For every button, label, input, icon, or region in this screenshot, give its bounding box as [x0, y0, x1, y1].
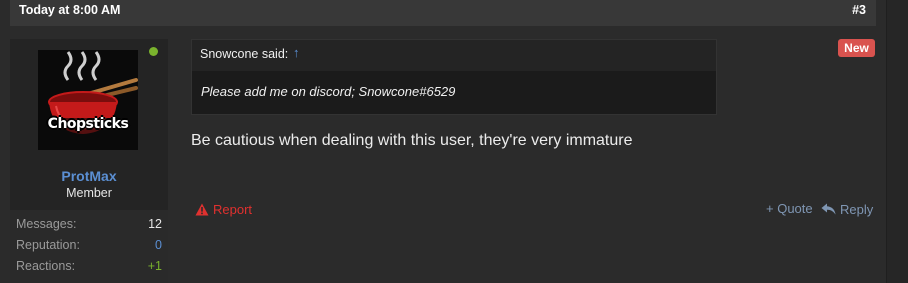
user-stats: Messages: 12 Reputation: 0 Reactions: +1: [10, 210, 168, 283]
chopsticks-avatar-image: [38, 50, 138, 150]
arrow-up-icon[interactable]: ↑: [293, 45, 300, 60]
new-post-badge: New: [838, 39, 875, 57]
warning-icon: [195, 203, 209, 215]
post-header: Today at 8:00 AM #3: [10, 0, 876, 26]
reply-icon: [821, 203, 836, 215]
quote-author[interactable]: Snowcone said:: [200, 47, 288, 61]
quote-button[interactable]: + Quote: [766, 201, 813, 216]
quote-text: Please add me on discord; Snowcone#6529: [201, 84, 456, 99]
online-status-indicator: [149, 47, 158, 56]
stat-label: Messages:: [16, 217, 77, 231]
stat-row-reactions: Reactions: +1: [16, 259, 162, 279]
reply-button[interactable]: Reply: [821, 200, 873, 218]
stat-label: Reactions:: [16, 259, 76, 273]
reply-label: Reply: [840, 201, 874, 217]
stat-label: Reputation:: [16, 238, 80, 252]
message-body: Be cautious when dealing with this user,…: [191, 132, 633, 149]
avatar[interactable]: Chopsticks: [38, 50, 138, 150]
report-label: Report: [213, 201, 253, 217]
page-scroll-gutter: [886, 0, 908, 283]
stat-value[interactable]: 0: [155, 238, 162, 252]
username-link[interactable]: ProtMax: [10, 168, 168, 184]
quote-header: Snowcone said: ↑: [192, 40, 716, 71]
user-title: Member: [66, 186, 112, 200]
post-date[interactable]: Today at 8:00 AM: [19, 3, 120, 17]
user-sidebar: Chopsticks ProtMax Member Messages: 12 R…: [10, 39, 168, 283]
post-permalink[interactable]: #3: [852, 3, 866, 17]
report-button[interactable]: Report: [195, 200, 252, 218]
quote-block: Snowcone said: ↑ Please add me on discor…: [191, 39, 717, 115]
stat-row-reputation: Reputation: 0: [16, 238, 162, 258]
stat-row-messages: Messages: 12: [16, 217, 162, 237]
avatar-wordmark: Chopsticks: [47, 116, 129, 132]
stat-value[interactable]: 12: [148, 217, 162, 231]
stat-value[interactable]: +1: [148, 259, 162, 273]
